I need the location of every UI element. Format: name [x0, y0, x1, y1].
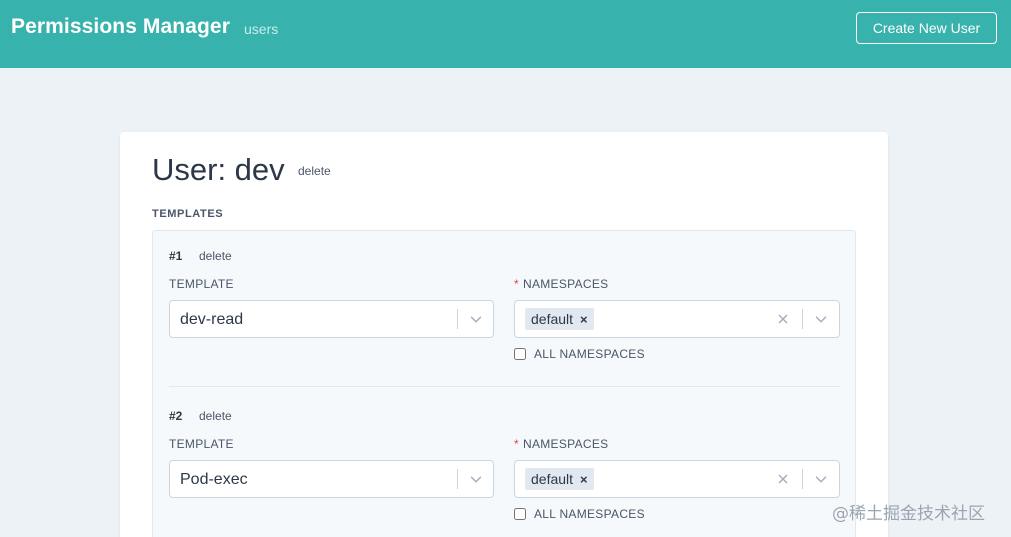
template-select[interactable]: Pod-exec: [169, 460, 494, 498]
watermark: @稀土掘金技术社区: [832, 504, 985, 524]
namespace-chip: default ×: [525, 468, 594, 490]
namespaces-label-text: NAMESPACES: [522, 437, 609, 451]
template-label: TEMPLATE: [169, 277, 234, 291]
namespaces-label: * NAMESPACES: [514, 277, 608, 291]
template-select[interactable]: dev-read: [169, 300, 494, 338]
required-marker: *: [514, 277, 519, 291]
chip-remove-icon[interactable]: ×: [580, 312, 588, 327]
chevron-down-icon[interactable]: [467, 470, 485, 488]
clear-icon[interactable]: [774, 470, 792, 488]
template-number: #2: [169, 409, 183, 423]
templates-heading: TEMPLATES: [152, 208, 224, 220]
all-namespaces-option[interactable]: ALL NAMESPACES: [514, 347, 645, 361]
template-select-value: Pod-exec: [180, 471, 248, 488]
template-number: #1: [169, 249, 183, 263]
select-separator: [802, 309, 803, 329]
template-entry: #1 delete TEMPLATE dev-read * NAMESPACES …: [169, 249, 840, 379]
all-namespaces-checkbox[interactable]: [514, 508, 526, 520]
namespace-chip: default ×: [525, 308, 594, 330]
page-title: User: dev: [152, 152, 285, 187]
all-namespaces-label: ALL NAMESPACES: [534, 507, 645, 521]
required-marker: *: [514, 437, 519, 451]
namespaces-multiselect[interactable]: default ×: [514, 300, 840, 338]
delete-template-button[interactable]: delete: [199, 249, 232, 263]
template-select-value: dev-read: [180, 311, 244, 328]
templates-container: #1 delete TEMPLATE dev-read * NAMESPACES …: [152, 230, 856, 537]
template-divider: [169, 386, 840, 387]
namespaces-label: * NAMESPACES: [514, 437, 608, 451]
all-namespaces-checkbox[interactable]: [514, 348, 526, 360]
select-separator: [802, 469, 803, 489]
all-namespaces-option[interactable]: ALL NAMESPACES: [514, 507, 645, 521]
chevron-down-icon[interactable]: [812, 470, 830, 488]
create-new-user-button[interactable]: Create New User: [856, 12, 997, 44]
namespace-chip-label: default: [531, 471, 574, 487]
app-title[interactable]: Permissions Manager: [11, 15, 230, 39]
chip-remove-icon[interactable]: ×: [580, 472, 588, 487]
namespaces-multiselect[interactable]: default ×: [514, 460, 840, 498]
select-separator: [457, 309, 458, 329]
select-separator: [457, 469, 458, 489]
delete-template-button[interactable]: delete: [199, 409, 232, 423]
delete-user-button[interactable]: delete: [298, 164, 331, 178]
namespaces-label-text: NAMESPACES: [522, 277, 609, 291]
nav-link-users[interactable]: users: [244, 21, 278, 37]
template-entry: #2 delete TEMPLATE Pod-exec * NAMESPACES …: [169, 409, 840, 537]
all-namespaces-label: ALL NAMESPACES: [534, 347, 645, 361]
chevron-down-icon[interactable]: [467, 310, 485, 328]
clear-icon[interactable]: [774, 310, 792, 328]
user-card: User: dev delete TEMPLATES #1 delete TEM…: [120, 132, 888, 537]
namespace-chip-label: default: [531, 311, 574, 327]
chevron-down-icon[interactable]: [812, 310, 830, 328]
template-label: TEMPLATE: [169, 437, 234, 451]
top-navbar: Permissions Manager users Create New Use…: [0, 0, 1011, 68]
